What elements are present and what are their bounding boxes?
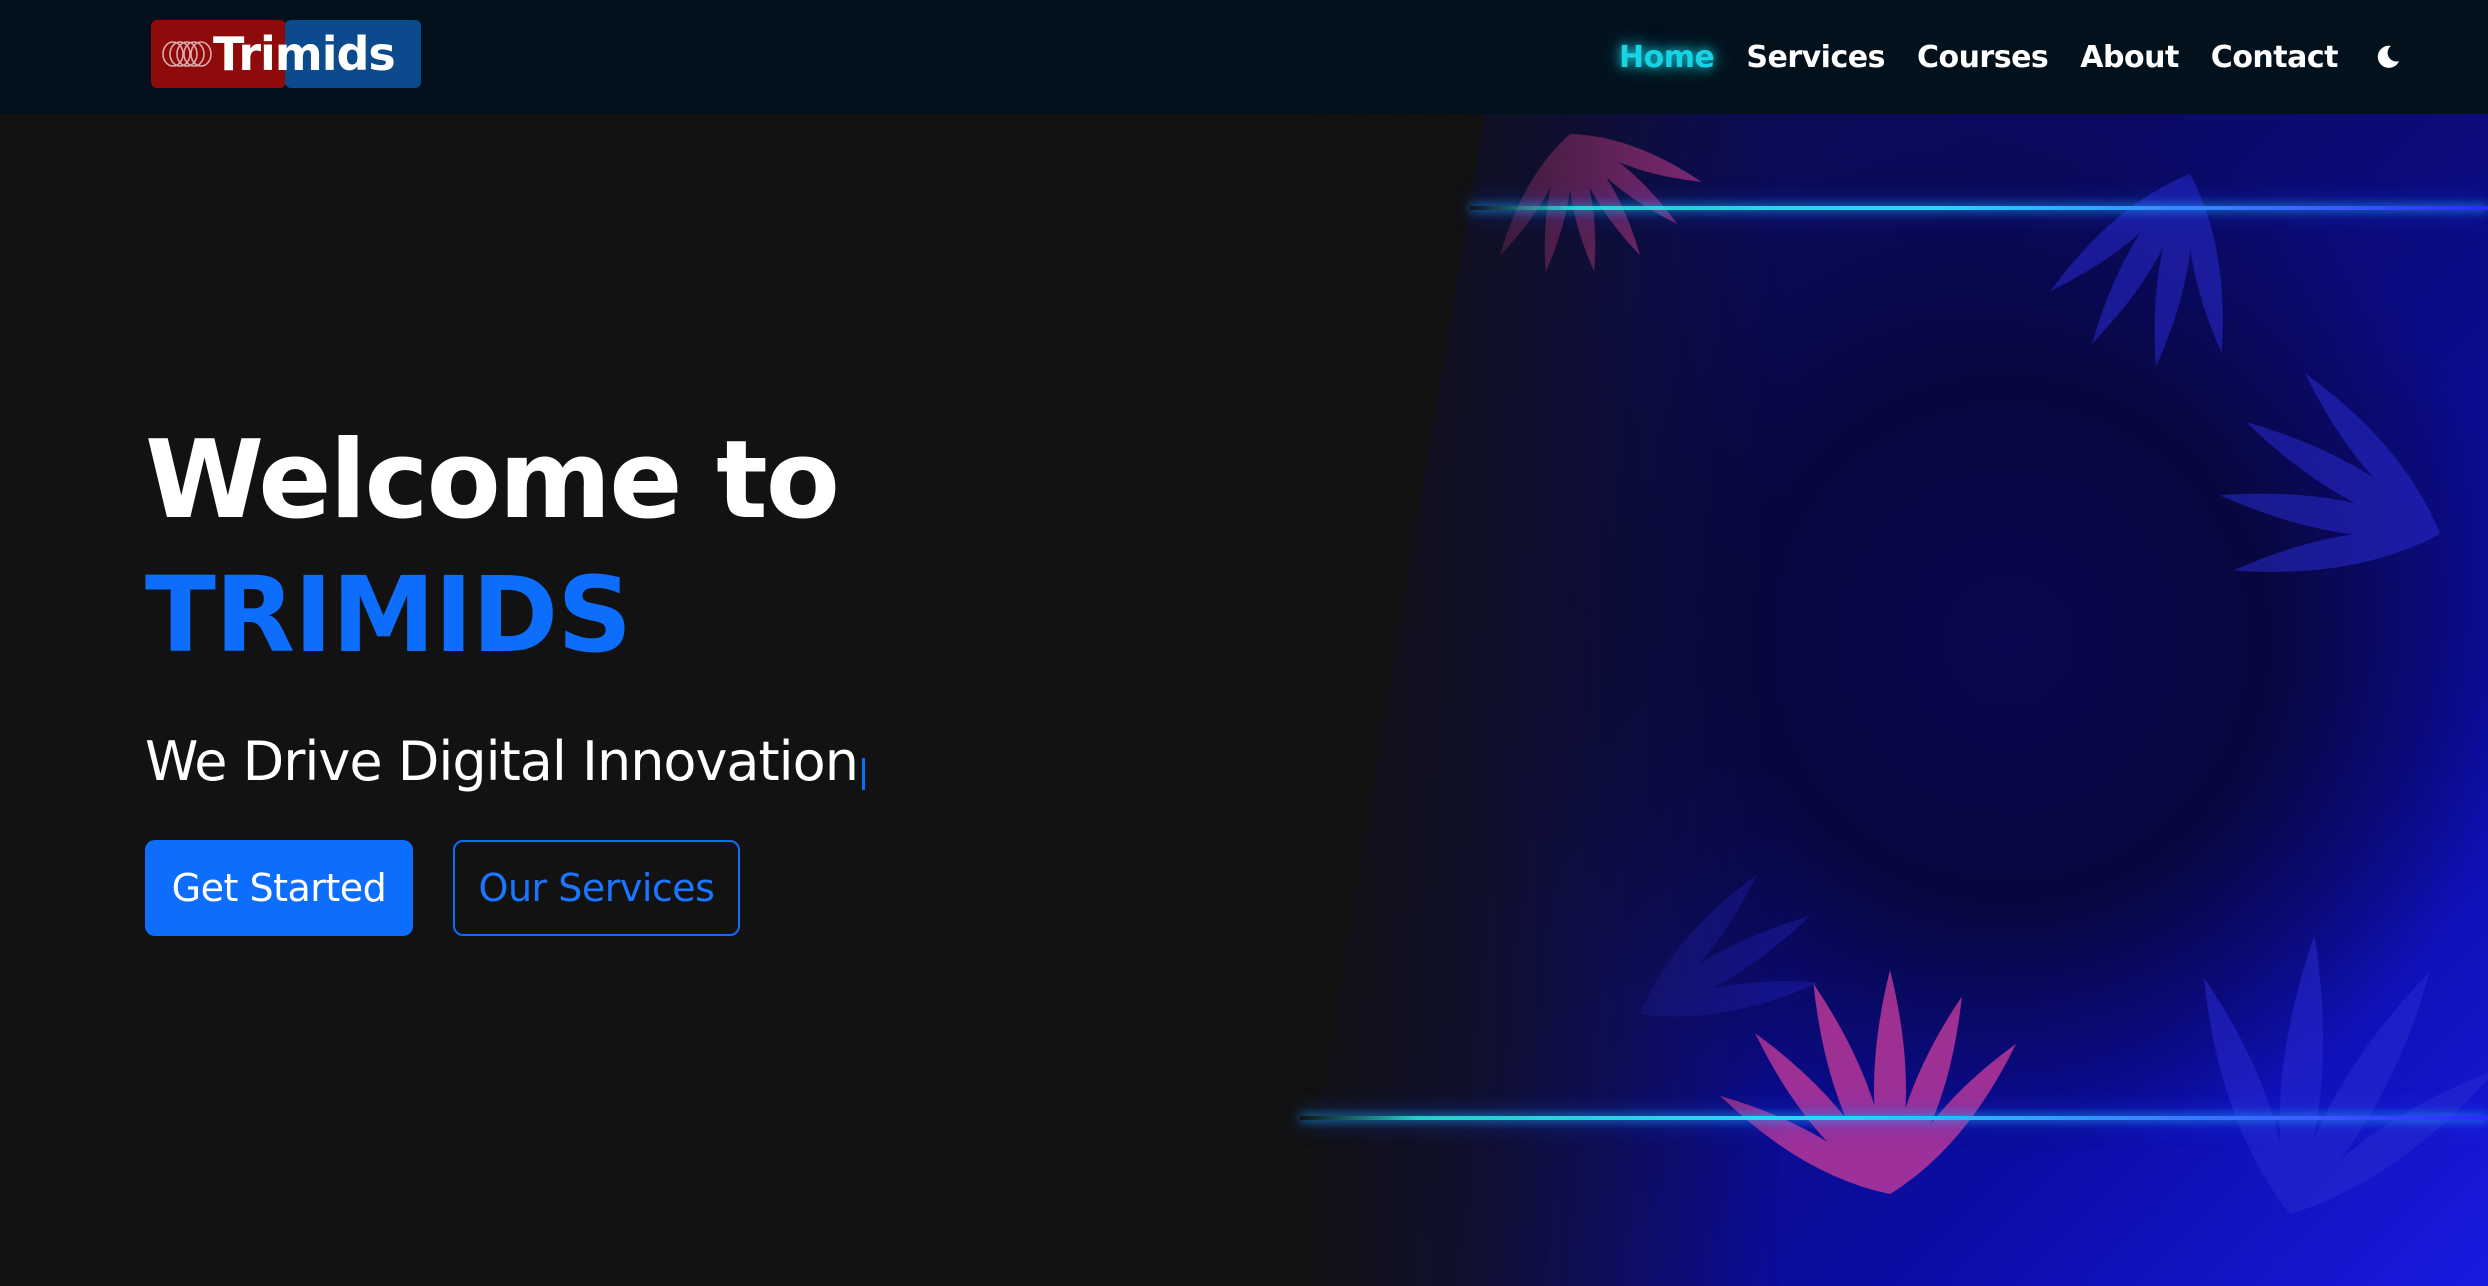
hero-background-art — [1290, 114, 2488, 1286]
typing-cursor — [861, 758, 865, 790]
hero-tagline-text: We Drive Digital Innovation — [145, 730, 859, 793]
hero-title-line1: Welcome to — [145, 418, 840, 543]
hero-heading: Welcome to TRIMIDS — [145, 414, 865, 682]
nav-link-about[interactable]: About — [2064, 40, 2195, 75]
nav-links: Home Services Courses About Contact — [1603, 0, 2408, 114]
nav-link-home[interactable]: Home — [1603, 40, 1730, 75]
nav-link-contact[interactable]: Contact — [2195, 40, 2354, 75]
palm-leaves-decoration — [1491, 124, 2488, 1229]
rings-logo-icon — [162, 41, 212, 67]
hero-section: Welcome to TRIMIDS We Drive Digital Inno… — [0, 114, 2488, 1286]
theme-toggle-button[interactable] — [2368, 37, 2408, 77]
hero-content: Welcome to TRIMIDS We Drive Digital Inno… — [145, 414, 865, 936]
brand-name: Trimids — [213, 27, 396, 81]
brand-logo[interactable]: Trimids — [151, 20, 421, 88]
our-services-button[interactable]: Our Services — [453, 840, 740, 936]
hero-title-brand: TRIMIDS — [145, 554, 632, 676]
moon-icon — [2377, 45, 2400, 68]
hero-tagline: We Drive Digital Innovation — [145, 730, 865, 794]
laser-line-bottom — [1300, 1116, 2488, 1120]
hero-buttons: Get Started Our Services — [145, 840, 865, 936]
nav-link-services[interactable]: Services — [1730, 40, 1901, 75]
nav-link-courses[interactable]: Courses — [1901, 40, 2064, 75]
get-started-button[interactable]: Get Started — [145, 840, 413, 936]
laser-line-top — [1470, 206, 2488, 210]
navbar: Trimids Home Services Courses About Cont… — [0, 0, 2488, 114]
